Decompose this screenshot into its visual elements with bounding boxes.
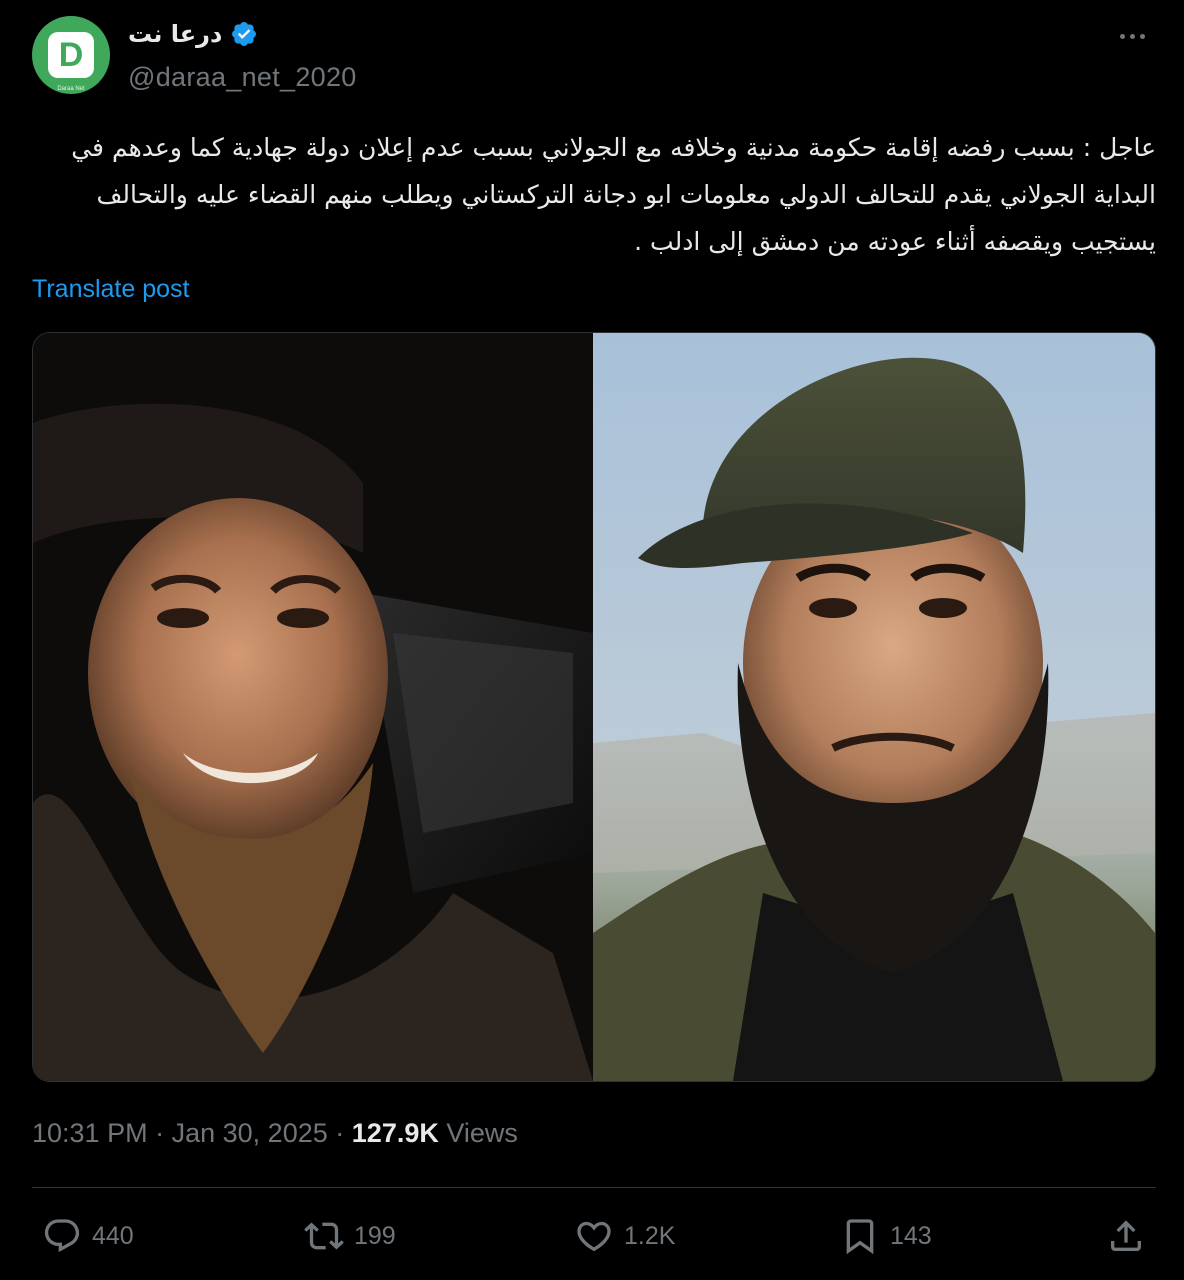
meta-separator: · (155, 1118, 165, 1148)
meta-separator: · (335, 1118, 345, 1148)
display-name-text[interactable]: درعا نت (128, 20, 222, 48)
like-button[interactable]: 1.2K (574, 1208, 675, 1264)
more-icon[interactable] (1112, 24, 1152, 48)
reply-button[interactable]: 440 (42, 1208, 134, 1264)
tweet-media[interactable] (32, 332, 1156, 1082)
bookmark-icon (846, 1219, 874, 1255)
reply-count: 440 (92, 1221, 134, 1250)
like-count: 1.2K (624, 1221, 676, 1250)
avatar-subtext: Daraa Net (57, 86, 85, 92)
share-button[interactable] (1106, 1208, 1146, 1264)
bookmark-count: 143 (890, 1221, 932, 1250)
tweet-text: عاجل : بسبب رفضه إقامة حكومة مدنية وخلاف… (71, 133, 1156, 256)
views-count: 127.9K (351, 1118, 439, 1148)
bookmark-button[interactable]: 143 (840, 1208, 932, 1264)
portrait-right-illustration (593, 333, 1155, 1081)
portrait-left-illustration (33, 333, 593, 1081)
tweet-meta: 10:31 PM · Jan 30, 2025 · 127.9K Views (32, 1118, 518, 1149)
photo-left (33, 333, 593, 1081)
translate-post-link[interactable]: Translate post (32, 275, 189, 304)
repost-count: 199 (354, 1221, 396, 1250)
views-label: Views (446, 1118, 518, 1148)
display-name[interactable]: درعا نت (128, 20, 258, 48)
divider (32, 1187, 1156, 1188)
like-icon (577, 1221, 611, 1252)
avatar-logo: D Daraa Net (48, 32, 94, 92)
share-icon (1111, 1220, 1141, 1251)
reply-icon (44, 1219, 80, 1253)
handle[interactable]: @daraa_net_2020 (128, 62, 357, 93)
tweet-time[interactable]: 10:31 PM (32, 1118, 148, 1148)
verified-badge-icon (232, 22, 257, 46)
avatar-letter: D (58, 36, 84, 74)
avatar[interactable]: D Daraa Net (32, 16, 110, 94)
repost-button[interactable]: 199 (304, 1208, 396, 1264)
tweet-date[interactable]: Jan 30, 2025 (172, 1118, 328, 1148)
repost-icon (304, 1222, 344, 1250)
action-bar: 440 199 1.2K 143 (32, 1208, 1156, 1264)
photo-right (593, 333, 1155, 1081)
